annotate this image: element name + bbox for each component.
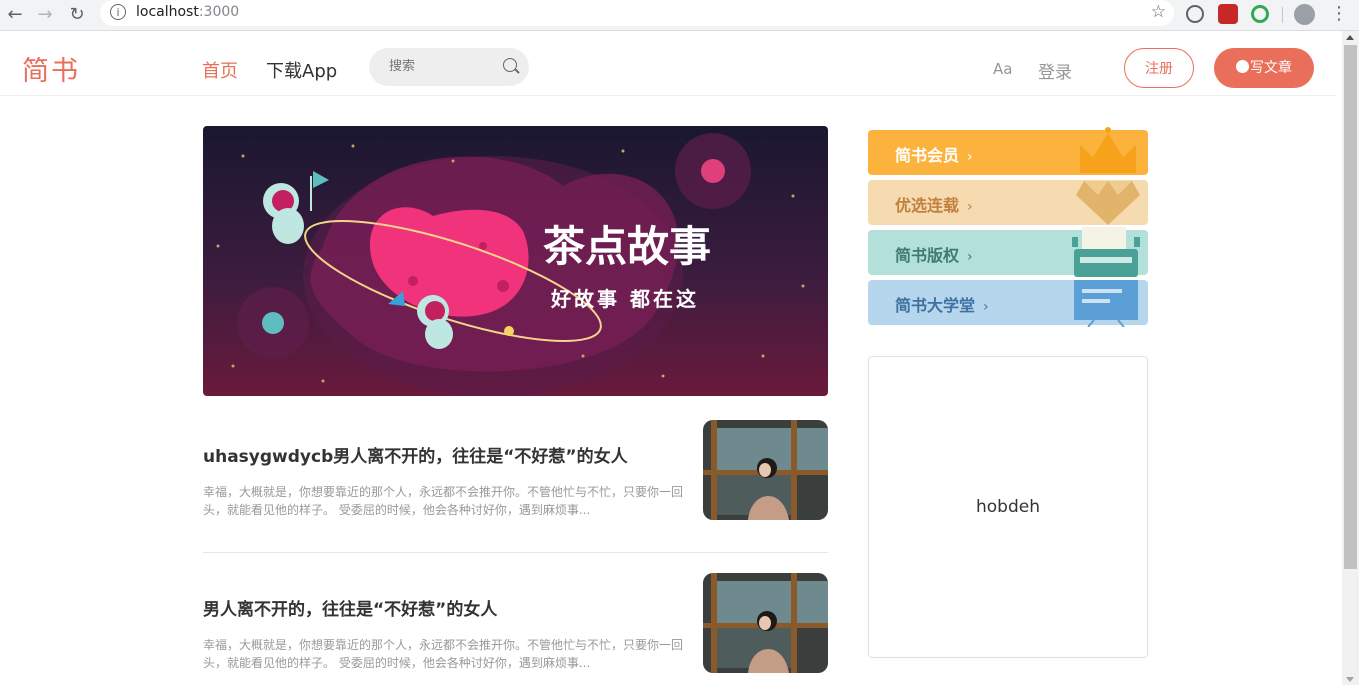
list-divider [203, 552, 828, 553]
login-link[interactable]: 登录 [1038, 58, 1072, 83]
banner-carousel[interactable]: 茶点故事 好故事 都在这 [203, 126, 828, 396]
bookmark-star-icon[interactable]: ☆ [1151, 2, 1166, 22]
diamond-icon [1076, 181, 1140, 225]
nav-home-link[interactable]: 首页 [202, 57, 238, 83]
site-header: 简书 首页 下载App Aa 登录 注册 写文章 [0, 31, 1336, 96]
write-article-button[interactable]: 写文章 [1214, 48, 1314, 88]
board-label-text: 简书版权 [895, 246, 960, 265]
write-label: 写文章 [1250, 60, 1292, 76]
url-port: :3000 [198, 4, 240, 20]
pen-icon [1236, 60, 1249, 73]
board-label-text: 简书会员 [895, 146, 960, 165]
address-bar[interactable]: i localhost:3000 ☆ [100, 0, 1174, 26]
search-input[interactable] [389, 59, 489, 74]
site-logo[interactable]: 简书 [22, 49, 80, 88]
browser-menu-icon[interactable]: ⋮ [1330, 3, 1348, 24]
font-toggle-label: Aa [993, 60, 1013, 78]
banner-title: 茶点故事 [543, 222, 711, 271]
extension-icon[interactable] [1186, 5, 1204, 23]
site-info-icon[interactable]: i [110, 4, 126, 20]
search-box [369, 48, 529, 86]
toolbar-separator [1282, 7, 1283, 23]
browser-toolbar: ← → ↻ i localhost:3000 ☆ ⋮ [0, 0, 1359, 31]
banner-subtitle: 好故事 都在这 [550, 287, 699, 311]
search-icon[interactable] [503, 58, 517, 72]
forward-arrow-icon[interactable]: → [34, 4, 56, 26]
scrollbar-thumb[interactable] [1344, 45, 1357, 569]
scroll-up-arrow-icon[interactable] [1346, 35, 1354, 40]
chevron-right-icon: › [967, 249, 973, 265]
article-abstract: 幸福，大概就是，你想要靠近的那个人，永远都不会推开你。不管他忙与不忙，只要你一回… [203, 638, 684, 670]
page-scrollbar[interactable] [1342, 31, 1359, 685]
banner-illustration: 茶点故事 好故事 都在这 [203, 126, 828, 396]
download-app-panel[interactable]: hobdeh [868, 356, 1148, 658]
board-decoration-icons [1072, 127, 1140, 327]
crown-icon [1080, 127, 1136, 173]
board-label: 简书大学堂 › [895, 292, 989, 316]
panel-text: hobdeh [976, 497, 1040, 517]
register-button[interactable]: 注册 [1124, 48, 1194, 88]
article-abstract: 幸福，大概就是，你想要靠近的那个人，永远都不会推开你。不管他忙与不忙，只要你一回… [203, 485, 684, 517]
font-size-toggle[interactable]: Aa [993, 60, 1012, 78]
presentation-board-icon [1074, 280, 1138, 327]
board-label: 简书版权 › [895, 242, 973, 266]
board-label: 简书会员 › [895, 142, 973, 166]
scroll-down-arrow-icon[interactable] [1346, 677, 1354, 682]
chevron-right-icon: › [967, 199, 973, 215]
chevron-right-icon: › [983, 299, 989, 315]
url-host: localhost [136, 4, 199, 20]
url-text[interactable]: localhost:3000 [136, 4, 239, 20]
board-label-text: 优选连载 [895, 196, 960, 215]
extension-icon[interactable] [1218, 4, 1238, 24]
nav-download-app-link[interactable]: 下载App [266, 57, 337, 83]
chevron-right-icon: › [967, 149, 973, 165]
board-label: 优选连载 › [895, 192, 973, 216]
profile-avatar-icon[interactable] [1294, 4, 1315, 25]
back-arrow-icon[interactable]: ← [4, 4, 26, 26]
article-thumbnail[interactable] [703, 573, 828, 673]
extension-icon[interactable] [1251, 5, 1269, 23]
typewriter-icon [1072, 227, 1140, 277]
board-label-text: 简书大学堂 [895, 296, 976, 315]
article-title[interactable]: 男人离不开的，往往是“不好惹”的女人 [203, 595, 497, 620]
article-title[interactable]: uhasygwdycb男人离不开的，往往是“不好惹”的女人 [203, 442, 628, 467]
article-thumbnail[interactable] [703, 420, 828, 520]
reload-icon[interactable]: ↻ [66, 4, 88, 26]
